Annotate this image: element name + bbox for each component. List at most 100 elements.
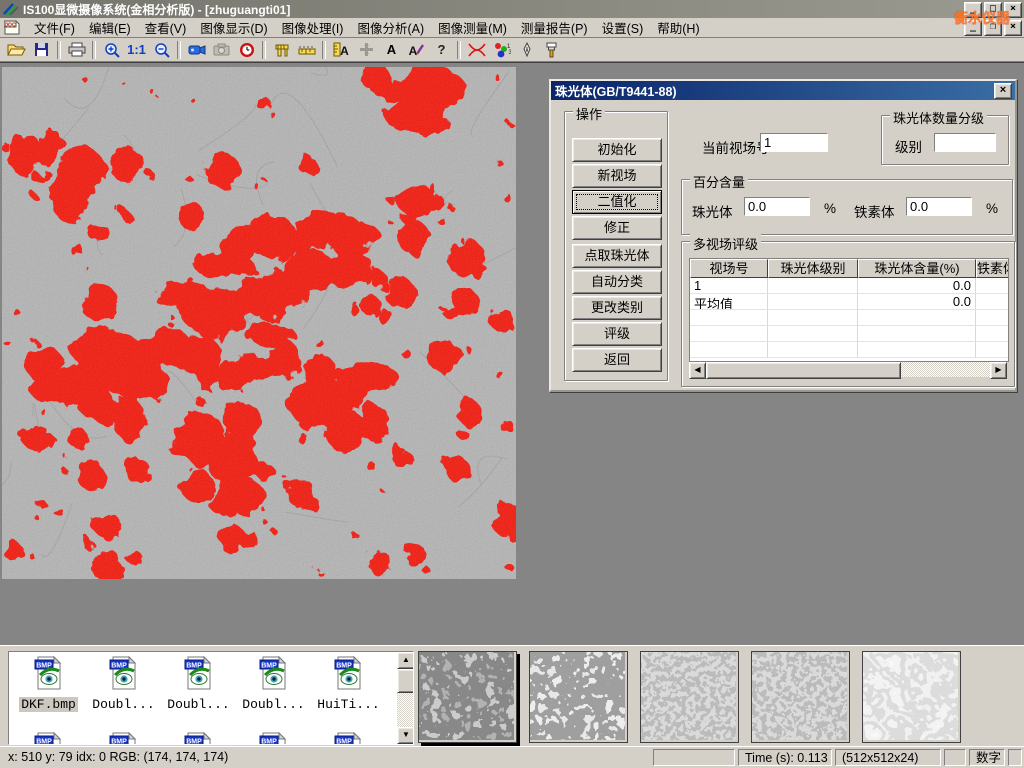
menu-file[interactable]: 文件(F) (27, 16, 82, 39)
svg-text:3: 3 (508, 50, 511, 56)
camera-button[interactable] (209, 39, 234, 61)
dialog-title: 珠光体(GB/T9441-88) (555, 81, 677, 100)
scroll-up-icon[interactable]: ▲ (397, 652, 414, 669)
dialog-title-bar[interactable]: 珠光体(GB/T9441-88) × (551, 81, 1015, 100)
edit-annotation-button[interactable]: A (404, 39, 429, 61)
grade-input[interactable] (934, 133, 996, 152)
video-capture-button[interactable] (184, 39, 209, 61)
open-file-button[interactable] (4, 39, 29, 61)
bmp-file-icon: BMP (34, 656, 64, 690)
document-icon: DOC (4, 20, 21, 36)
table-row[interactable]: 1 0.0 (690, 278, 1008, 294)
svg-text:A: A (340, 44, 349, 57)
curve-delete-button[interactable] (464, 39, 489, 61)
zoom-in-button[interactable] (99, 39, 124, 61)
table-row[interactable]: 平均值 0.0 (690, 294, 1008, 310)
new-field-button[interactable]: 新视场 (572, 164, 662, 188)
binarize-button[interactable]: 二值化 (572, 190, 662, 214)
specimen-image[interactable] (2, 67, 516, 579)
menu-view[interactable]: 查看(V) (138, 16, 194, 39)
status-panel-empty (944, 749, 966, 766)
brush-tool-button[interactable] (539, 39, 564, 61)
correct-button[interactable]: 修正 (572, 216, 662, 240)
bmp-file-icon: BMP (184, 656, 214, 690)
bmp-file-icon: BMP (334, 656, 364, 690)
toolbar: 1:1 A A A ? 13 (0, 38, 1024, 62)
bmp-file-icon: BMP (259, 656, 289, 690)
print-button[interactable] (64, 39, 89, 61)
count-grade-group: 珠光体数量分级 级别 (881, 115, 1009, 165)
menu-image-display[interactable]: 图像显示(D) (193, 16, 274, 39)
ruler-measure-button[interactable] (294, 39, 319, 61)
thumbnail-1[interactable] (418, 651, 517, 743)
file-listbox[interactable]: BMP DKF.bmp BMP Doubl... BMP Doubl... (8, 651, 414, 745)
pen-tool-button[interactable] (514, 39, 539, 61)
menu-settings[interactable]: 设置(S) (595, 16, 651, 39)
timer-clock-button[interactable] (234, 39, 259, 61)
cursor-position-readout: x: 510 y: 79 idx: 0 RGB: (174, 174, 174) (2, 749, 650, 766)
multi-field-group: 多视场评级 视场号 珠光体级别 珠光体含量(%) 铁素体含量(%) 1 0.0 … (681, 241, 1015, 387)
menu-image-analysis[interactable]: 图像分析(A) (350, 16, 431, 39)
pearlite-percent-input[interactable] (744, 197, 810, 216)
thumbnail-3[interactable] (640, 651, 739, 743)
thumbnail-2[interactable] (529, 651, 628, 743)
move-tool-button[interactable] (354, 39, 379, 61)
help-button[interactable]: ? (429, 39, 454, 61)
caliper-measure-button[interactable] (269, 39, 294, 61)
toolbar-separator (262, 41, 266, 59)
file-item[interactable]: BMP (11, 732, 86, 745)
ruler-text-button[interactable]: A (329, 39, 354, 61)
file-item[interactable]: BMP (161, 732, 236, 745)
file-list-scrollbar[interactable]: ▲ ▼ (397, 652, 413, 744)
file-item[interactable]: BMP HuiTi... (311, 656, 386, 712)
menu-edit[interactable]: 编辑(E) (82, 16, 138, 39)
scroll-down-icon[interactable]: ▼ (397, 727, 414, 744)
menu-measure-report[interactable]: 测量报告(P) (514, 16, 595, 39)
menu-help[interactable]: 帮助(H) (650, 16, 706, 39)
text-annotation-button[interactable]: A (379, 39, 404, 61)
init-button[interactable]: 初始化 (572, 138, 662, 162)
ferrite-percent-input[interactable] (906, 197, 972, 216)
file-item[interactable]: BMP (236, 732, 311, 745)
pearlite-dialog: 珠光体(GB/T9441-88) × 操作 初始化 新视场 二值化 修正 点取珠… (549, 79, 1017, 392)
file-browser-panel: BMP DKF.bmp BMP Doubl... BMP Doubl... (0, 645, 1024, 746)
file-item[interactable]: BMP Doubl... (86, 656, 161, 712)
zoom-actual-button[interactable]: 1:1 (124, 39, 149, 61)
save-button[interactable] (29, 39, 54, 61)
scroll-left-icon[interactable]: ◀ (689, 362, 706, 379)
file-item[interactable]: BMP Doubl... (161, 656, 236, 712)
thumbnail-strip (418, 651, 961, 743)
multi-field-group-label: 多视场评级 (690, 234, 761, 253)
thumbnail-4[interactable] (751, 651, 850, 743)
phase-classify-button[interactable]: 13 (489, 39, 514, 61)
zoom-out-button[interactable] (149, 39, 174, 61)
rating-table-header: 视场号 珠光体级别 珠光体含量(%) 铁素体含量(%) (690, 259, 1008, 278)
bmp-file-icon: BMP (109, 732, 139, 745)
status-panel-empty (1008, 749, 1022, 766)
file-item[interactable]: BMP DKF.bmp (11, 656, 86, 712)
current-field-input[interactable] (760, 133, 828, 152)
pick-pearlite-button[interactable]: 点取珠光体 (572, 244, 662, 268)
menu-image-measure[interactable]: 图像测量(M) (431, 16, 514, 39)
dialog-close-button[interactable]: × (994, 83, 1012, 99)
scrollbar-thumb[interactable] (706, 362, 901, 379)
scroll-right-icon[interactable]: ▶ (990, 362, 1007, 379)
thumbnail-5[interactable] (862, 651, 961, 743)
file-item[interactable]: BMP (311, 732, 386, 745)
table-row-empty (690, 342, 1008, 358)
rating-table[interactable]: 视场号 珠光体级别 珠光体含量(%) 铁素体含量(%) 1 0.0 平均值 0.… (689, 258, 1009, 362)
table-horizontal-scrollbar[interactable]: ◀ ▶ (689, 362, 1007, 377)
bmp-file-icon: BMP (109, 656, 139, 690)
scrollbar-thumb[interactable] (397, 669, 414, 693)
status-panel-empty (653, 749, 735, 766)
file-item[interactable]: BMP (86, 732, 161, 745)
auto-classify-button[interactable]: 自动分类 (572, 270, 662, 294)
bmp-file-icon: BMP (34, 732, 64, 745)
svg-text:A: A (408, 44, 417, 57)
menu-image-processing[interactable]: 图像处理(I) (275, 16, 351, 39)
return-button[interactable]: 返回 (572, 348, 662, 372)
window-title: IS100显微摄像系统(金相分析版) - [zhuguangti01] (23, 1, 290, 18)
change-class-button[interactable]: 更改类别 (572, 296, 662, 320)
file-item[interactable]: BMP Doubl... (236, 656, 311, 712)
rate-button[interactable]: 评级 (572, 322, 662, 346)
